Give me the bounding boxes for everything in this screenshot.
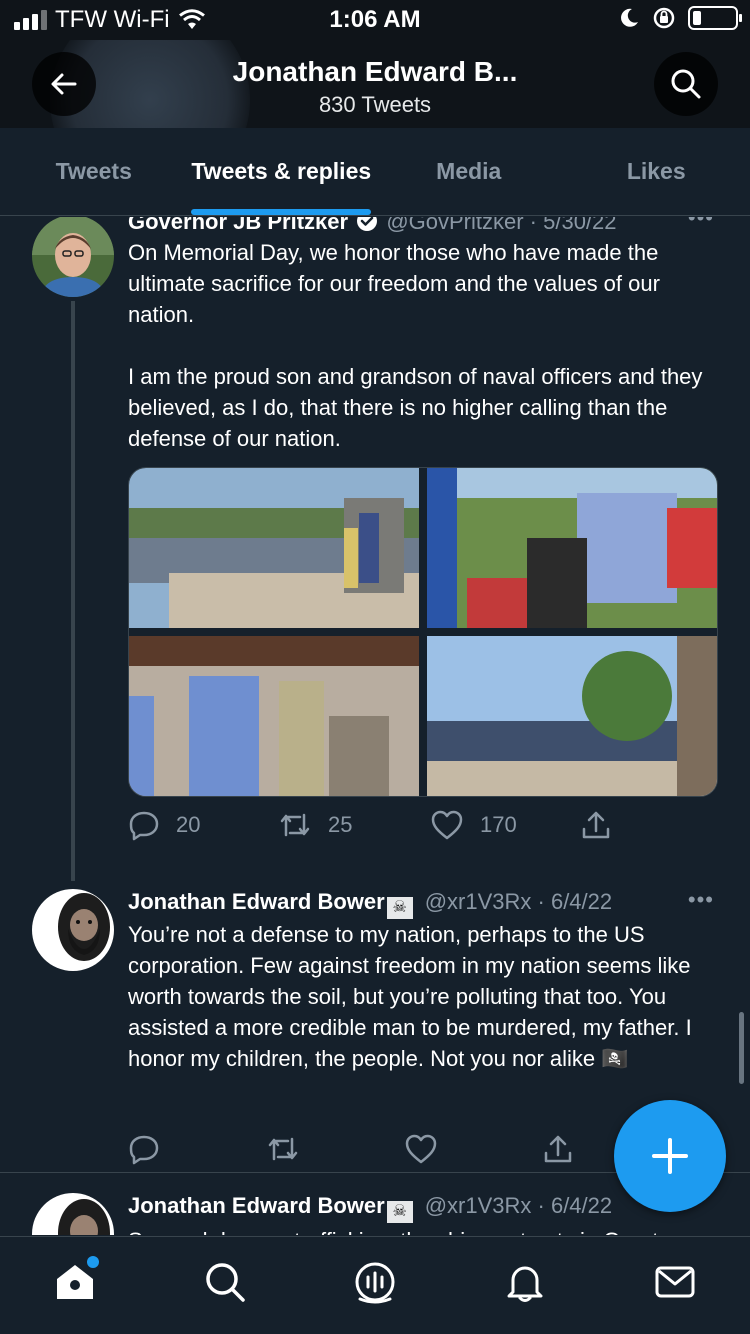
author-name[interactable]: Jonathan Edward Bower [128, 889, 385, 914]
share-icon [582, 811, 610, 839]
reply-icon [129, 1135, 159, 1165]
author-name[interactable]: Jonathan Edward Bower [128, 1193, 385, 1218]
tweet-text: So much human trafficking, the shipment … [128, 1225, 724, 1235]
share-button[interactable] [580, 809, 612, 841]
retweet-count: 25 [328, 812, 353, 837]
share-icon [544, 1135, 572, 1163]
bell-icon [507, 1266, 543, 1302]
tweet-text: You’re not a defense to my nation, perha… [128, 922, 698, 1071]
tab-tweets-and-replies[interactable]: Tweets & replies [188, 128, 376, 215]
author-name[interactable]: Governor JB Pritzker [128, 217, 348, 234]
tweet-count: 830 Tweets [318, 92, 432, 117]
status-bar: TFW Wi-Fi 1:06 AM [0, 0, 750, 40]
photo-3[interactable] [129, 636, 419, 796]
reply-button[interactable]: 20 [128, 809, 278, 841]
tweet-actions [128, 1133, 574, 1165]
nav-notifications[interactable] [485, 1242, 565, 1322]
verified-icon [357, 217, 378, 231]
like-button[interactable]: 170 [430, 809, 580, 841]
retweet-button[interactable] [266, 1133, 404, 1165]
tweet[interactable]: Governor JB Pritzker @GovPritzker · 5/30… [0, 217, 750, 881]
tweet-feed: Governor JB Pritzker @GovPritzker · 5/30… [0, 217, 750, 1235]
more-icon[interactable]: ••• [688, 217, 714, 231]
pirate-flag-icon: ☠ [386, 1201, 413, 1223]
nav-messages[interactable] [635, 1242, 715, 1322]
pirate-flag-icon: ☠ [386, 897, 413, 919]
bottom-nav [0, 1236, 750, 1334]
notification-dot [87, 1255, 99, 1268]
media-grid [128, 467, 718, 797]
handle-date: @GovPritzker · 5/30/22 [386, 217, 617, 234]
compose-tweet-button[interactable] [614, 1100, 726, 1212]
plus-icon [652, 1138, 688, 1174]
heart-icon [431, 810, 463, 840]
tab-likes[interactable]: Likes [563, 128, 750, 215]
more-icon[interactable]: ••• [688, 887, 714, 913]
nav-spaces[interactable] [335, 1242, 415, 1322]
photo-4[interactable] [427, 636, 717, 796]
nav-search[interactable] [185, 1242, 265, 1322]
tab-tweets[interactable]: Tweets [0, 128, 188, 215]
like-count: 170 [480, 812, 517, 837]
profile-name: Jonathan Edward B... [232, 56, 518, 87]
spaces-icon [355, 1262, 395, 1303]
search-icon [671, 69, 701, 99]
avatar[interactable] [32, 217, 114, 297]
tweet-header: Governor JB Pritzker @GovPritzker · 5/30… [128, 217, 617, 235]
battery-icon [688, 6, 742, 30]
like-button[interactable] [404, 1133, 542, 1165]
retweet-icon [268, 1137, 298, 1161]
thread-line [71, 301, 75, 881]
profile-header: Jonathan Edward B... 830 Tweets [0, 40, 750, 128]
mail-icon [655, 1266, 695, 1297]
reply-count: 20 [176, 812, 201, 837]
moon-icon [621, 8, 638, 27]
avatar[interactable] [32, 1193, 114, 1235]
scrollbar[interactable] [739, 1012, 744, 1084]
handle-date: @xr1V3Rx · 6/4/22 [424, 889, 613, 914]
tweet-header: Jonathan Edward Bower ☠ @xr1V3Rx · 6/4/22 [128, 1193, 612, 1223]
reply-icon [129, 811, 159, 841]
tweet-text: On Memorial Day, we honor those who have… [128, 240, 703, 451]
search-icon [206, 1262, 245, 1302]
search-button[interactable] [654, 52, 718, 116]
retweet-button[interactable]: 25 [278, 809, 430, 841]
tweet-actions: 20 25 170 [128, 809, 612, 841]
heart-icon [405, 1134, 437, 1164]
avatar[interactable] [32, 889, 114, 971]
tweet-header: Jonathan Edward Bower ☠ @xr1V3Rx · 6/4/22 [128, 889, 612, 919]
reply-button[interactable] [128, 1133, 266, 1165]
share-button[interactable] [542, 1133, 574, 1165]
photo-2[interactable] [427, 468, 717, 628]
photo-1[interactable] [129, 468, 419, 628]
retweet-icon [280, 813, 310, 837]
rotation-lock-icon [653, 7, 675, 29]
tab-media[interactable]: Media [375, 128, 563, 215]
handle-date: @xr1V3Rx · 6/4/22 [424, 1193, 613, 1218]
nav-home[interactable] [35, 1242, 115, 1322]
status-right [618, 6, 742, 30]
profile-tabs: Tweets Tweets & replies Media Likes [0, 128, 750, 216]
